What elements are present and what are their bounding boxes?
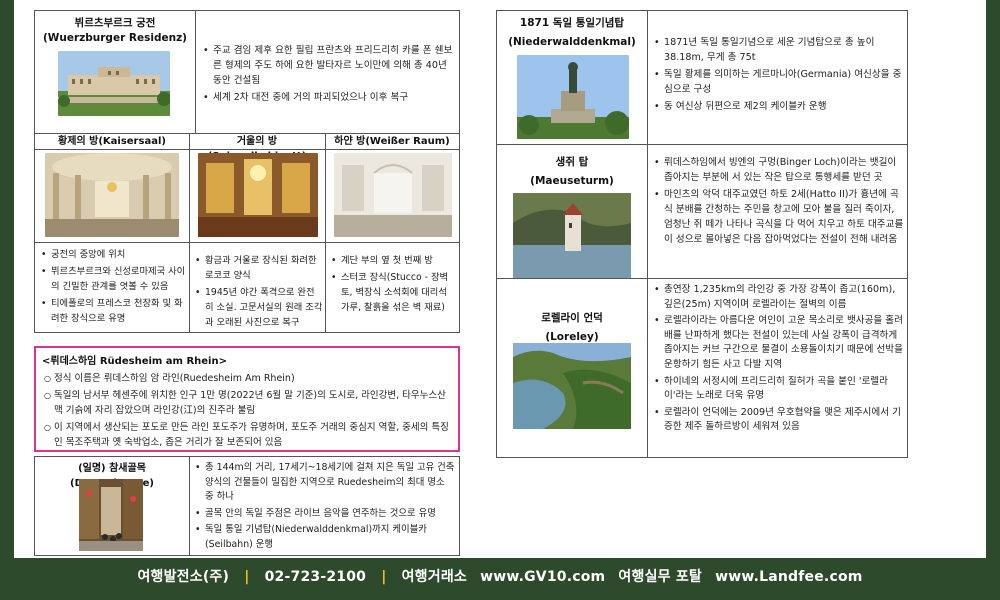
residenz-photo [58, 51, 170, 116]
divider [189, 457, 190, 555]
ruedesheim-box: <뤼데스하임 Rüdesheim am Rhein> 정식 이름은 뤼데스하임 … [34, 346, 460, 452]
residenz-bullet: 세계 2차 대전 중에 거의 파괴되었으나 이후 복구 [203, 90, 455, 105]
footer-portal: 여행실무 포탈 [618, 569, 702, 585]
weisser-raum-title: 하얀 방(Weißer Raum) [334, 136, 450, 147]
maeuseturm-header-cell: 생쥐 탑 (Maeuseturm) [497, 145, 647, 279]
divider [35, 149, 459, 150]
room-bullet: 1945년 야간 폭격으로 완전히 소실. 고문서실의 원래 조각과 오래된 사… [195, 285, 323, 330]
niederwald-bullet: 1871년 독일 통일기념으로 세운 기념탑으로 총 높이 38.18m, 무게… [654, 35, 904, 65]
footer-separator: | [381, 569, 387, 585]
kaisersaal-desc: 궁전의 중앙에 위치 뷔르츠부르크와 신성로마제국 사이의 긴밀한 관계를 엿볼… [41, 247, 187, 328]
loreley-photo [513, 343, 631, 429]
maeuseturm-bullet: 마인츠의 악덕 대주교였던 하토 2세(Hatto II)가 흉년에 곡식 분배… [654, 187, 904, 247]
maeuseturm-desc: 뤼데스하임에서 빙엔의 구멍(Binger Loch)이라는 뱃길이 좁아지는 … [654, 155, 904, 249]
maeuseturm-photo [513, 193, 631, 279]
niederwald-bullet: 독일 황제를 의미하는 게르마니아(Germania) 여신상을 중심으로 구성 [654, 67, 904, 97]
footer-bar: 여행발전소(주) | 02-723-2100 | 여행거래소 www.GV10.… [0, 566, 1000, 586]
residenz-bullet: 주교 겸임 제후 요한 필립 프란츠와 프리드리히 카를 폰 쉔보른 형제의 주… [203, 43, 455, 88]
niederwald-photo [517, 55, 629, 139]
drosselgasse-bullet: 골목 안의 독일 주점은 라이브 음악을 연주하는 것으로 유명 [195, 507, 455, 522]
rhine-sights-table: 1871 독일 통일기념탑 (Niederwalddenkmal) 1871년 … [496, 10, 908, 458]
kaisersaal-photo [45, 153, 179, 237]
loreley-bullet: 로렐라이라는 아름다운 여인이 고운 목소리로 뱃사공을 홀려 배를 난파하게 … [654, 314, 904, 372]
footer-separator: | [244, 569, 250, 585]
niederwald-subtitle: (Niederwalddenkmal) [508, 36, 636, 48]
residenz-title: 뷔르츠부르크 궁전 [74, 17, 156, 29]
drosselgasse-desc: 총 144m의 거리, 17세기~18세기에 걸쳐 지은 독일 고유 건축양식의… [195, 461, 455, 554]
ruedesheim-bullet: 이 지역에서 생산되는 포도로 만든 라인 포도주가 유명하며, 포도주 거래의… [44, 420, 452, 450]
weisser-raum-desc: 계단 부의 옆 첫 번째 방 스터코 장식(Stucco - 장벽토, 벽장식 … [331, 253, 455, 317]
drosselgasse-header-cell: (일명) 참새골목 (Drosselgasse) [35, 457, 189, 555]
room-bullet: 뷔르츠부르크와 신성로마제국 사이의 긴밀한 관계를 엿볼 수 있음 [41, 264, 187, 294]
spiegelkabinett-desc: 황금과 거울로 장식된 화려한 로코코 양식 1945년 야간 폭격으로 완전히… [195, 253, 323, 332]
room-title-cell: 황제의 방(Kaisersaal) [35, 134, 189, 149]
room-bullet: 계단 부의 옆 첫 번째 방 [331, 253, 455, 268]
residenz-table: 뷔르츠부르크 궁전 (Wuerzburger Residenz) 주교 겸임 제… [34, 10, 460, 333]
loreley-bullet: 로렐라이 언덕에는 2009년 우호협약을 맺은 제주시에서 기증한 제주 돌하… [654, 406, 904, 435]
loreley-desc: 총연장 1,235km의 라인강 중 가장 강폭이 좁고(160m), 깊은(2… [654, 283, 904, 437]
room-bullet: 황금과 거울로 장식된 화려한 로코코 양식 [195, 253, 323, 283]
spiegelkabinett-photo [198, 153, 318, 237]
drosselgasse-table: (일명) 참새골목 (Drosselgasse) 총 144m의 거리, 17세… [34, 456, 460, 556]
room-bullet: 스터코 장식(Stucco - 장벽토, 벽장식 소석회에 대리석 가루, 찰흙… [331, 270, 455, 315]
weisser-raum-photo [334, 153, 452, 237]
loreley-header-cell: 로렐라이 언덕 (Loreley) [497, 279, 647, 457]
ruedesheim-bullet: 독일의 남서부 헤센주에 위치한 인구 1만 명(2022년 6월 말 기준)의… [44, 388, 452, 418]
footer-url-landfee[interactable]: www.Landfee.com [715, 569, 862, 585]
ruedesheim-bullets: 정식 이름은 뤼데스하임 암 라인(Ruedesheim Am Rhein) 독… [44, 371, 452, 450]
room-bullet: 궁전의 중앙에 위치 [41, 247, 187, 262]
room-bullet: 티에폴로의 프레스코 천장화 및 화려한 장식으로 유명 [41, 296, 187, 326]
niederwald-desc: 1871년 독일 통일기념으로 세운 기념탑으로 총 높이 38.18m, 무게… [654, 35, 904, 116]
loreley-bullet: 총연장 1,235km의 라인강 중 가장 강폭이 좁고(160m), 깊은(2… [654, 283, 904, 312]
residenz-header-cell: 뷔르츠부르크 궁전 (Wuerzburger Residenz) [35, 11, 195, 133]
ruedesheim-title: <뤼데스하임 Rüdesheim am Rhein> [42, 356, 227, 367]
room-title-cell: 거울의 방(Spiegelkabinett) [189, 134, 325, 162]
kaisersaal-title: 황제의 방(Kaisersaal) [58, 136, 166, 147]
drosselgasse-bullet: 총 144m의 거리, 17세기~18세기에 걸쳐 지은 독일 고유 건축양식의… [195, 461, 455, 505]
loreley-bullet: 하이네의 서정시에 프리드리히 질허가 곡을 붙인 '로렐라이'라는 노래로 더… [654, 375, 904, 404]
divider [647, 11, 648, 457]
niederwald-header-cell: 1871 독일 통일기념탑 (Niederwalddenkmal) [497, 11, 647, 144]
niederwald-title: 1871 독일 통일기념탑 [519, 17, 625, 29]
footer-exchange: 여행거래소 [401, 569, 467, 585]
drosselgasse-photo [79, 479, 143, 551]
footer-phone: 02-723-2100 [264, 569, 367, 585]
divider [189, 133, 190, 333]
divider [195, 11, 196, 133]
residenz-subtitle: (Wuerzburger Residenz) [43, 32, 187, 44]
divider [35, 242, 459, 243]
loreley-title: 로렐라이 언덕 [541, 312, 603, 324]
maeuseturm-subtitle: (Maeuseturm) [530, 175, 614, 187]
maeuseturm-bullet: 뤼데스하임에서 빙엔의 구멍(Binger Loch)이라는 뱃길이 좁아지는 … [654, 155, 904, 185]
residenz-desc-cell: 주교 겸임 제후 요한 필립 프란츠와 프리드리히 카를 폰 쉔보른 형제의 주… [203, 43, 455, 107]
room-title-cell: 하얀 방(Weißer Raum) [325, 134, 459, 149]
footer-company: 여행발전소(주) [137, 569, 230, 585]
niederwald-bullet: 동 여신상 뒤편으로 제2의 케이블카 운행 [654, 99, 904, 114]
maeuseturm-title: 생쥐 탑 [555, 156, 589, 168]
ruedesheim-bullet: 정식 이름은 뤼데스하임 암 라인(Ruedesheim Am Rhein) [44, 371, 452, 386]
footer-url-gv10[interactable]: www.GV10.com [480, 569, 605, 585]
divider [325, 133, 326, 333]
drosselgasse-bullet: 독일 통일 기념탑(Niederwalddenkmal)까지 케이블카(Seil… [195, 523, 455, 552]
residenz-bullets: 주교 겸임 제후 요한 필립 프란츠와 프리드리히 카를 폰 쉔보른 형제의 주… [203, 43, 455, 105]
